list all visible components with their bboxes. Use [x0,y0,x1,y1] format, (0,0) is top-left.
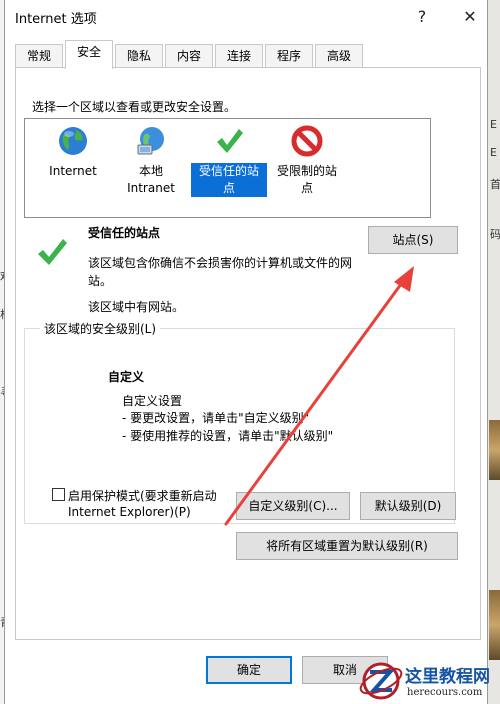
reset-all-zones-button[interactable]: 将所有区域重置为默认级别(R) [236,532,458,560]
protected-mode-label-continued: Internet Explorer)(P) [68,505,191,519]
tab-advanced[interactable]: 高级 [315,44,363,68]
trusted-zone-check-icon [38,239,67,265]
custom-level-hint: - 要更改设置，请单击"自定义级别" [122,411,310,425]
background-text-fragment: 码 [490,228,500,241]
zone-label-line: 点 [300,181,313,195]
globe-icon [59,127,87,155]
help-button[interactable]: ? [409,6,435,28]
zone-heading: 受信任的站点 [88,226,161,240]
zone-restricted-sites[interactable]: 受限制的站 点 [269,125,345,205]
background-text-fragment: E [490,146,497,159]
title-bar: Internet 选项 ? ✕ [5,0,487,34]
tab-security[interactable]: 安全 [65,40,113,69]
ok-button[interactable]: 确定 [206,656,292,684]
red-no-entry-icon [291,125,323,157]
green-checkmark-icon [217,129,243,153]
default-level-hint: - 要使用推荐的设置，请单击"默认级别" [122,429,334,443]
zone-label-line: 点 [222,181,235,195]
zone-label-line: 受信任的站 [198,164,259,178]
intranet-globe-icon [137,127,164,155]
zone-description: 该区域包含你确信不会损害你的计算机或文件的网 [88,256,353,270]
zone-label-line: Internet [49,164,97,178]
tab-programs[interactable]: 程序 [265,44,313,68]
dialog-title: Internet 选项 [15,12,97,27]
zone-label-line: 受限制的站 [276,164,337,178]
watermark-title: 这里教程网 [405,667,490,687]
zone-local-intranet[interactable]: 本地 Intranet [113,125,189,205]
tab-general[interactable]: 常规 [15,44,63,68]
background-photo-strip [489,420,500,480]
custom-level-button[interactable]: 自定义级别(C)... [236,492,350,520]
sites-button[interactable]: 站点(S) [368,226,458,254]
zone-label-line: Intranet [127,181,175,195]
zone-trusted-sites-label: 受信任的站 点 [191,163,267,197]
zone-trusted-sites[interactable]: 受信任的站 点 [191,125,267,205]
zone-prompt: 选择一个区域以查看或更改安全设置。 [32,100,237,114]
default-level-button[interactable]: 默认级别(D) [360,492,456,520]
custom-settings-text: 自定义设置 [122,394,183,408]
zone-internet[interactable]: Internet [35,125,111,205]
background-photo-strip [489,590,500,660]
zone-description-continued: 站。 [88,274,113,288]
custom-heading: 自定义 [108,370,145,384]
watermark-url: herecours.com [407,687,483,698]
protected-mode-label: 启用保护模式(要求重新启动 [68,489,217,503]
protected-mode-checkbox[interactable] [52,488,65,501]
zone-local-intranet-label: 本地 Intranet [113,163,189,197]
background-text-fragment: 首 [490,178,500,191]
zone-label-line: 本地 [138,164,163,178]
tab-connections[interactable]: 连接 [215,44,263,68]
close-button[interactable]: ✕ [457,6,483,28]
tab-bar: 常规 安全 隐私 内容 连接 程序 高级 [15,40,480,69]
tab-privacy[interactable]: 隐私 [115,44,163,68]
zone-restricted-sites-label: 受限制的站 点 [269,163,345,197]
background-text-fragment: E [490,118,497,131]
security-level-group-title: 该区域的安全级别(L) [40,320,161,337]
zone-sites-note: 该区域中有网站。 [88,300,185,314]
zone-list: Internet 本地 Intranet 受信任的站 点 受限制的站 点 [24,118,431,218]
tab-content[interactable]: 内容 [165,44,213,68]
zone-internet-label: Internet [35,163,111,180]
